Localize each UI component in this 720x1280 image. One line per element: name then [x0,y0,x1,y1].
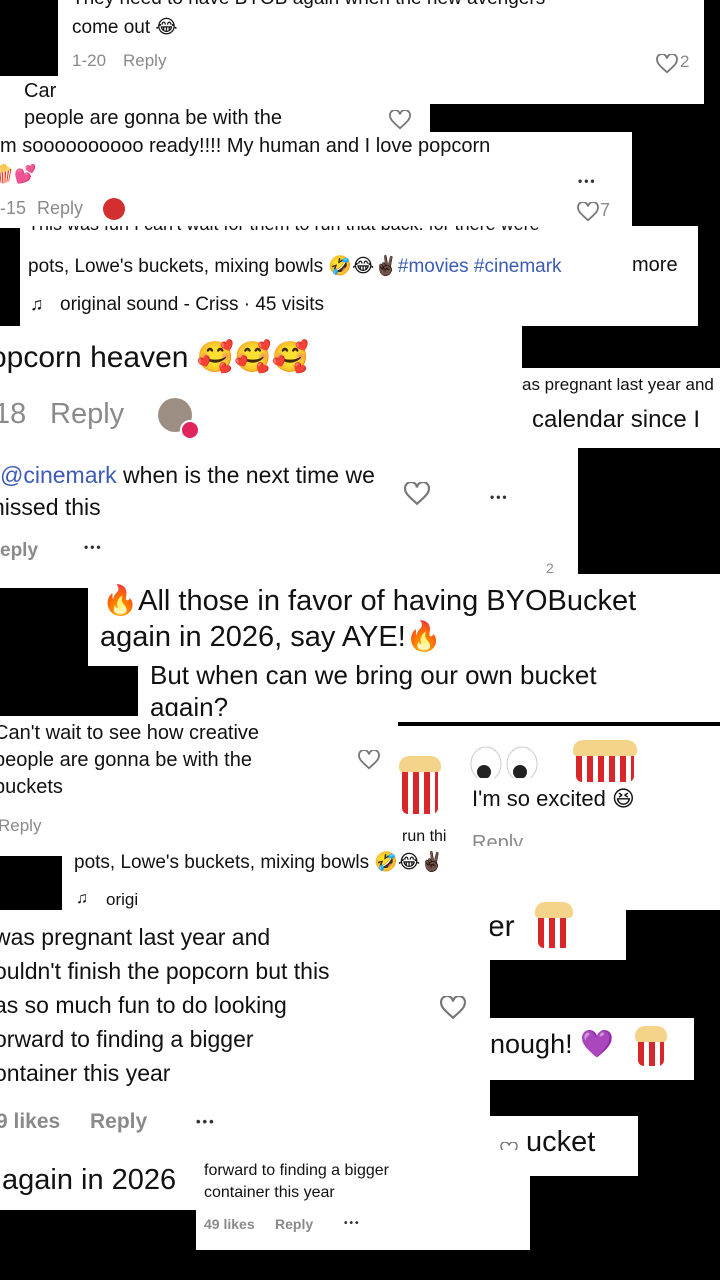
comment-card-fragment: as pregnant last year and calendar since… [522,368,720,448]
comment-text: buckets [0,776,63,798]
heart-icon[interactable] [656,54,678,74]
more-options-button[interactable]: ••• [84,540,103,554]
comment-text: @cinemark when is the next time we [0,462,375,488]
comment-text: people are gonna be with the [24,107,282,129]
comment-text: as pregnant last year and [522,375,714,394]
comment-text: container this year [204,1184,335,1201]
comment-date: -15 [0,198,27,218]
comment-text: But when can we bring our own bucket [150,660,597,690]
heart-icon[interactable] [358,750,380,770]
reply-button[interactable]: Reply [123,51,166,71]
heart-icon[interactable] [389,110,411,130]
avatar-badge [180,420,200,440]
comment-text: I'm so excited 😆 [472,786,635,811]
more-options-button[interactable]: ••• [490,490,509,504]
comment-card-creative-2: Can't wait to see how creative people ar… [0,716,398,856]
popcorn-icon [635,1026,667,1066]
popcorn-icon [573,740,637,782]
comment-fragment: run thi [402,828,447,845]
caption-text: pots, Lowe's buckets, mixing bowls 🤣😂✌🏿#… [28,256,562,277]
comment-text: Can't wait to see how creative [0,722,260,744]
like-count: 7 [600,200,611,220]
like-count: 9 likes [0,1110,61,1133]
reply-button[interactable]: Reply [90,1110,147,1134]
comment-text: calendar since I [532,406,701,433]
eyes-icon [468,742,540,782]
comment-text: nough! 💜 [490,1029,614,1059]
sound-label[interactable]: original sound - Criss · 45 visits [60,294,324,316]
comment-text: again in 2026, say AYE!🔥 [100,621,442,653]
reply-button[interactable]: Reply [37,198,83,219]
music-icon: ♫ [30,294,44,314]
sound-label[interactable]: origi [106,890,138,910]
music-icon: ♫ [76,890,88,907]
more-options-button[interactable]: ••• [344,1218,361,1229]
comment-text: Car [24,80,57,102]
hashtags[interactable]: #movies #cinemark [398,256,562,277]
comment-card-cinemark: @cinemark when is the next time we nisse… [0,448,578,588]
comment-text: ontainer this year [0,1060,171,1086]
comment-text: opcorn heaven 🥰🥰🥰 [0,341,309,374]
heart-icon[interactable] [440,996,466,1020]
comment-card-byobucket: 🔥All those in favor of having BYOBucket … [88,574,720,666]
reply-button[interactable]: eply [0,540,38,562]
comment-card-ready: m soooooooooo ready!!!! My human and I l… [0,132,632,228]
comment-card-popcorn-heaven: opcorn heaven 🥰🥰🥰 18 Reply [0,326,522,448]
video-caption-card: This was fun I can't wait for them to ru… [20,226,698,326]
comment-text: orward to finding a bigger [0,1026,254,1052]
more-link[interactable]: more [632,254,678,277]
comment-text: forward to finding a bigger [204,1162,389,1179]
popcorn-icon [399,756,441,814]
reply-button[interactable]: Reply [50,398,124,431]
mention-link[interactable]: @cinemark [0,462,117,488]
caption-text: pots, Lowe's buckets, mixing bowls 🤣😂✌🏿 [74,852,444,873]
comment-text: come out 😂 [72,17,178,38]
like-count: 49 likes [204,1216,255,1232]
comment-text: m soooooooooo ready!!!! My human and I l… [0,135,491,157]
comment-card-2026: again in 2026 [0,1150,202,1210]
comment-card-pregnant: was pregnant last year and ouldn't finis… [0,910,490,1150]
comment-text: as so much fun to do looking [0,992,287,1018]
reply-button[interactable]: Reply [0,816,41,836]
comment-card-creative: Car people are gonna be with the [0,76,430,136]
more-options-button[interactable]: ••• [578,174,597,188]
avatar[interactable] [103,198,125,220]
comment-text: nissed this [0,494,101,520]
heart-icon[interactable] [577,202,599,222]
popcorn-icon [535,902,573,948]
comment-card-enough: nough! 💜 [476,1018,694,1080]
like-count: 2 [680,52,690,71]
comment-card-own-bucket: But when can we bring our own bucket aga… [138,660,720,722]
comment-card-fragment-er: er [466,896,626,960]
heart-icon[interactable] [404,482,430,506]
comment-text: again in 2026 [2,1164,177,1196]
comment-text: They need to have BYOB again when the ne… [72,0,545,10]
reply-button[interactable]: Reply [275,1216,313,1232]
comment-date: 18 [0,398,27,430]
comment-text: er [488,910,515,943]
comment-emoji: 🍿💕 [0,164,37,184]
caption-text: This was fun I can't wait for them to ru… [28,226,540,235]
more-options-button[interactable]: ••• [196,1114,216,1129]
comment-text: ouldn't finish the popcorn but this [0,958,330,984]
comment-text: ucket [526,1126,596,1158]
comment-text: 🔥All those in favor of having BYOBucket [102,585,637,617]
comment-date: 1-20 [72,51,107,70]
comment-text: was pregnant last year and [0,924,271,950]
comment-text: people are gonna be with the [0,749,252,771]
comment-card-bigger-container: forward to finding a bigger container th… [196,1150,530,1250]
